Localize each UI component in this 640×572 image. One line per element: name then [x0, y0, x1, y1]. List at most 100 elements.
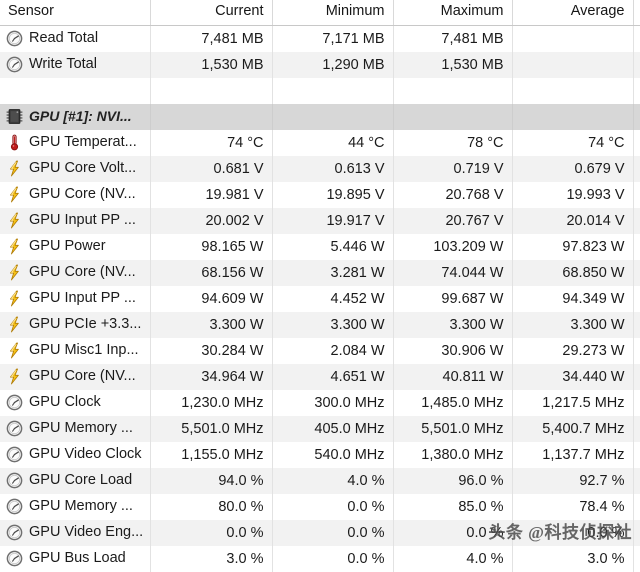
average-value-cell [512, 51, 634, 78]
minimum-value-cell: 300.0 MHz [272, 389, 394, 416]
current-value-cell: 34.964 W [150, 363, 273, 390]
sensor-name-cell[interactable]: GPU Input PP ... [0, 207, 151, 234]
current-value-cell: 68.156 W [150, 259, 273, 286]
table-body: Read Total 7,481 MB 7,171 MB 7,481 MB Write … [0, 25, 640, 572]
table-row[interactable]: GPU Misc1 Inp... 30.284 W 2.084 W 30.906 W2… [0, 337, 640, 364]
sensor-name-wrapper: GPU Temperat... [6, 130, 146, 156]
table-row[interactable]: GPU Temperat... 74 °C 44 °C 78 °C 74 °C [0, 129, 640, 156]
average-value-cell [512, 77, 634, 104]
sensor-name-cell[interactable]: GPU Core (NV... [0, 259, 151, 286]
current-value-cell [150, 77, 273, 104]
table-row[interactable]: GPU Video Eng... 0.0 % 0.0 % 0.0 % 0.0 % [0, 519, 640, 546]
average-value-cell: 74 °C [512, 129, 634, 156]
table-row[interactable]: GPU Video Clock 1,155.0 MHz 540.0 MHz 1,380… [0, 441, 640, 468]
table-row[interactable]: Read Total 7,481 MB 7,171 MB 7,481 MB [0, 25, 640, 52]
average-value-cell: 1,217.5 MHz [512, 389, 634, 416]
table-row[interactable]: GPU Bus Load 3.0 % 0.0 % 4.0 % 3.0 % [0, 545, 640, 572]
column-header-current[interactable]: Current [150, 0, 273, 26]
sensor-name-cell[interactable]: GPU Memory ... [0, 415, 151, 442]
minimum-value-cell: 4.452 W [272, 285, 394, 312]
minimum-value-cell [272, 77, 394, 104]
sensor-name-cell[interactable]: GPU Core Volt... [0, 155, 151, 182]
sensor-name-cell[interactable]: GPU Core (NV... [0, 181, 151, 208]
sensor-name-cell[interactable]: GPU Misc1 Inp... [0, 337, 151, 364]
row-padding-cell [633, 363, 640, 390]
lightning-bolt-icon [10, 212, 19, 229]
table-row[interactable]: GPU Core Load 94.0 % 4.0 % 96.0 % 92.7 % [0, 467, 640, 494]
sensor-name-wrapper: GPU PCIe +3.3... [6, 312, 146, 338]
table-row[interactable]: GPU Memory ... 80.0 % 0.0 % 85.0 % 78.4 % [0, 493, 640, 520]
maximum-value-cell: 0.0 % [393, 519, 513, 546]
table-row[interactable]: GPU Memory ... 5,501.0 MHz 405.0 MHz 5,501.… [0, 415, 640, 442]
sensor-name-cell[interactable]: GPU Clock [0, 389, 151, 416]
sensor-name-cell[interactable]: Read Total [0, 25, 151, 52]
sensor-name-cell[interactable]: GPU Video Eng... [0, 519, 151, 546]
sensor-name-cell[interactable]: GPU Power [0, 233, 151, 260]
average-value-cell: 5,400.7 MHz [512, 415, 634, 442]
sensor-name-wrapper: Read Total [6, 26, 146, 52]
sensor-name-cell[interactable]: GPU Input PP ... [0, 285, 151, 312]
table-row[interactable]: GPU Input PP ... 20.002 V 19.917 V 20.767 V… [0, 207, 640, 234]
minimum-value-cell: 1,290 MB [272, 51, 394, 78]
sensor-label: Write Total [29, 55, 97, 72]
current-value-cell [150, 103, 273, 130]
clock-icon [6, 446, 23, 463]
sensor-name-cell[interactable]: GPU Memory ... [0, 493, 151, 520]
average-value-cell: 3.300 W [512, 311, 634, 338]
table-row[interactable]: Write Total 1,530 MB 1,290 MB 1,530 MB [0, 51, 640, 78]
row-padding-cell [633, 545, 640, 572]
column-header-maximum[interactable]: Maximum [393, 0, 513, 26]
maximum-value-cell: 5,501.0 MHz [393, 415, 513, 442]
group-label: GPU [#1]: NVI... [29, 108, 132, 124]
sensor-label: GPU Core Load [29, 471, 133, 488]
current-value-cell: 3.300 W [150, 311, 273, 338]
sensor-name-cell[interactable]: GPU Bus Load [0, 545, 151, 572]
average-value-cell [512, 103, 634, 130]
group-header-row[interactable]: GPU [#1]: NVI... [0, 103, 640, 130]
table-row[interactable]: GPU Core (NV... 34.964 W 4.651 W 40.811 W 34… [0, 363, 640, 390]
column-header-sensor[interactable]: Sensor [0, 0, 151, 26]
minimum-value-cell: 2.084 W [272, 337, 394, 364]
sensor-name-cell[interactable]: GPU Video Clock [0, 441, 151, 468]
minimum-value-cell: 540.0 MHz [272, 441, 394, 468]
sensor-name-cell[interactable]: GPU Temperat... [0, 129, 151, 156]
row-padding-cell [633, 51, 640, 78]
maximum-value-cell: 3.300 W [393, 311, 513, 338]
row-padding-cell [633, 285, 640, 312]
table-row[interactable]: GPU Core (NV... 19.981 V 19.895 V 20.768 V1… [0, 181, 640, 208]
maximum-value-cell [393, 77, 513, 104]
sensor-table[interactable]: Sensor Current Minimum Maximum Average R… [0, 0, 640, 572]
table-row[interactable]: GPU Core Volt... 0.681 V 0.613 V 0.719 V 0.6… [0, 155, 640, 182]
sensor-name-cell[interactable]: GPU PCIe +3.3... [0, 311, 151, 338]
minimum-value-cell: 0.0 % [272, 493, 394, 520]
maximum-value-cell: 103.209 W [393, 233, 513, 260]
sensor-name-wrapper: Write Total [6, 52, 146, 78]
minimum-value-cell: 19.895 V [272, 181, 394, 208]
table-row[interactable]: GPU Clock 1,230.0 MHz 300.0 MHz 1,485.0 MHz… [0, 389, 640, 416]
average-value-cell: 29.273 W [512, 337, 634, 364]
sensor-name-cell[interactable]: Write Total [0, 51, 151, 78]
clock-icon [6, 30, 23, 47]
column-header-average[interactable]: Average [512, 0, 634, 26]
average-value-cell: 20.014 V [512, 207, 634, 234]
minimum-value-cell: 4.0 % [272, 467, 394, 494]
lightning-bolt-icon [10, 186, 19, 203]
sensor-name-cell[interactable]: GPU Core (NV... [0, 363, 151, 390]
table-row[interactable]: GPU PCIe +3.3... 3.300 W 3.300 W 3.300 W 3.3… [0, 311, 640, 338]
clock-icon [6, 498, 23, 515]
clock-icon [6, 56, 23, 73]
current-value-cell: 94.609 W [150, 285, 273, 312]
average-value-cell: 1,137.7 MHz [512, 441, 634, 468]
table-row[interactable]: GPU Input PP ... 94.609 W 4.452 W 99.687 W9… [0, 285, 640, 312]
maximum-value-cell: 1,380.0 MHz [393, 441, 513, 468]
minimum-value-cell: 44 °C [272, 129, 394, 156]
column-header-minimum[interactable]: Minimum [272, 0, 394, 26]
table-row[interactable]: GPU Power 98.165 W 5.446 W 103.209 W 97.823 … [0, 233, 640, 260]
average-value-cell: 68.850 W [512, 259, 634, 286]
average-value-cell: 78.4 % [512, 493, 634, 520]
table-row[interactable]: GPU Core (NV... 68.156 W 3.281 W 74.044 W 68… [0, 259, 640, 286]
sensor-name-cell[interactable]: GPU Core Load [0, 467, 151, 494]
sensor-name-wrapper: GPU Power [6, 234, 146, 260]
average-value-cell: 92.7 % [512, 467, 634, 494]
sensor-name-cell[interactable]: GPU [#1]: NVI... [0, 103, 151, 130]
